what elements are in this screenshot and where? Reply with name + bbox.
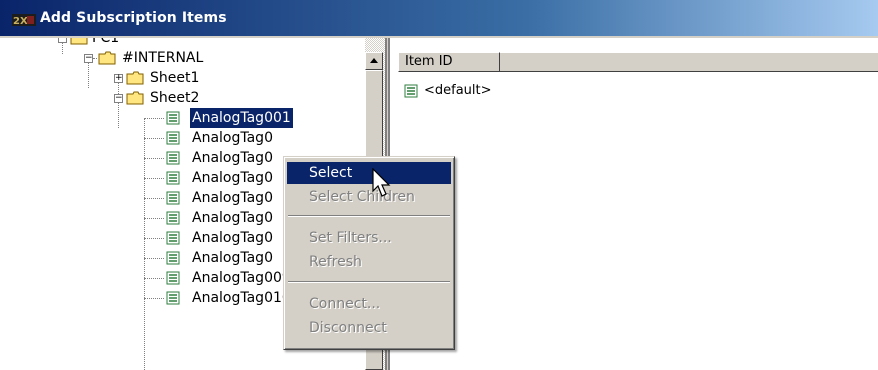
svg-text:2X: 2X bbox=[13, 16, 28, 26]
context-menu[interactable]: Select Select Children Set Filters... Re… bbox=[283, 156, 455, 350]
collapse-icon[interactable]: − bbox=[58, 38, 67, 43]
menu-item-select-children[interactable]: Select Children bbox=[287, 186, 451, 208]
menu-item-set-filters[interactable]: Set Filters... bbox=[287, 227, 451, 249]
expand-icon[interactable]: + bbox=[114, 74, 123, 83]
collapse-icon[interactable]: − bbox=[84, 54, 93, 63]
tree-connector bbox=[144, 158, 164, 159]
folder-icon bbox=[126, 91, 144, 105]
tag-icon bbox=[166, 111, 180, 125]
tree-connector bbox=[144, 278, 164, 279]
folder-icon bbox=[98, 51, 116, 65]
tag-icon bbox=[166, 291, 180, 305]
menu-item-disconnect[interactable]: Disconnect bbox=[287, 317, 451, 339]
tree-connector bbox=[144, 198, 164, 199]
menu-item-connect[interactable]: Connect... bbox=[287, 293, 451, 315]
tree-connector bbox=[144, 138, 164, 139]
menu-separator bbox=[288, 215, 450, 217]
tree-connector bbox=[144, 118, 164, 119]
tree-connector bbox=[144, 238, 164, 239]
tree-connector bbox=[144, 178, 164, 179]
tree-node-label: #INTERNAL bbox=[122, 50, 204, 66]
tag-icon bbox=[166, 191, 180, 205]
folder-icon bbox=[126, 71, 144, 85]
app-icon: 2X bbox=[12, 14, 36, 26]
mouse-pointer-icon bbox=[372, 168, 391, 197]
tag-icon bbox=[166, 151, 180, 165]
tree-node-label: AnalogTag009 bbox=[192, 270, 291, 286]
tree-connector bbox=[144, 298, 164, 299]
menu-item-select[interactable]: Select bbox=[287, 162, 451, 184]
tree-node-tag[interactable]: AnalogTag001 bbox=[0, 108, 365, 128]
tag-icon bbox=[166, 171, 180, 185]
menu-item-refresh[interactable]: Refresh bbox=[287, 251, 451, 273]
folder-icon bbox=[70, 38, 88, 45]
item-list[interactable]: Item ID <default> bbox=[388, 38, 878, 370]
tree-node-internal[interactable]: − #INTERNAL bbox=[0, 48, 365, 68]
tag-icon bbox=[166, 131, 180, 145]
tree-node-sheet1[interactable]: + Sheet1 bbox=[0, 68, 365, 88]
tree-node-label: AnalogTag0 bbox=[192, 190, 273, 206]
tag-icon bbox=[166, 231, 180, 245]
menu-separator bbox=[288, 281, 450, 283]
tree-node-tag[interactable]: AnalogTag0 bbox=[0, 128, 365, 148]
tag-icon bbox=[166, 251, 180, 265]
collapse-icon[interactable]: − bbox=[114, 94, 123, 103]
tag-icon bbox=[166, 271, 180, 285]
tree-node-label: AnalogTag0 bbox=[192, 150, 273, 166]
column-header-item-id[interactable]: Item ID bbox=[398, 52, 500, 72]
column-header-filler bbox=[500, 52, 878, 72]
tree-connector bbox=[144, 258, 164, 259]
tree-node-label: PC1 bbox=[92, 38, 120, 46]
tree-connector bbox=[144, 218, 164, 219]
tree-node-sheet2[interactable]: − Sheet2 bbox=[0, 88, 365, 108]
tree-node-label: AnalogTag0 bbox=[192, 230, 273, 246]
tree-node-label: AnalogTag0 bbox=[192, 210, 273, 226]
tree-node-pc1[interactable]: − PC1 bbox=[0, 38, 365, 48]
tag-icon bbox=[404, 84, 418, 98]
tag-icon bbox=[166, 211, 180, 225]
scroll-up-button[interactable] bbox=[365, 52, 383, 70]
window-title: Add Subscription Items bbox=[40, 10, 227, 26]
tree-node-label: AnalogTag0 bbox=[192, 130, 273, 146]
tree-node-label: AnalogTag0 bbox=[192, 250, 273, 266]
tree-node-label: AnalogTag001 bbox=[190, 108, 293, 128]
tree-node-label: AnalogTag0 bbox=[192, 170, 273, 186]
tree-node-label: Sheet1 bbox=[150, 70, 200, 86]
title-bar[interactable]: 2X Add Subscription Items bbox=[0, 0, 878, 38]
tree-connector bbox=[93, 58, 97, 59]
tree-node-label: Sheet2 bbox=[150, 90, 200, 106]
tree-node-label: AnalogTag010 bbox=[192, 290, 291, 306]
list-item-label: <default> bbox=[424, 83, 492, 98]
